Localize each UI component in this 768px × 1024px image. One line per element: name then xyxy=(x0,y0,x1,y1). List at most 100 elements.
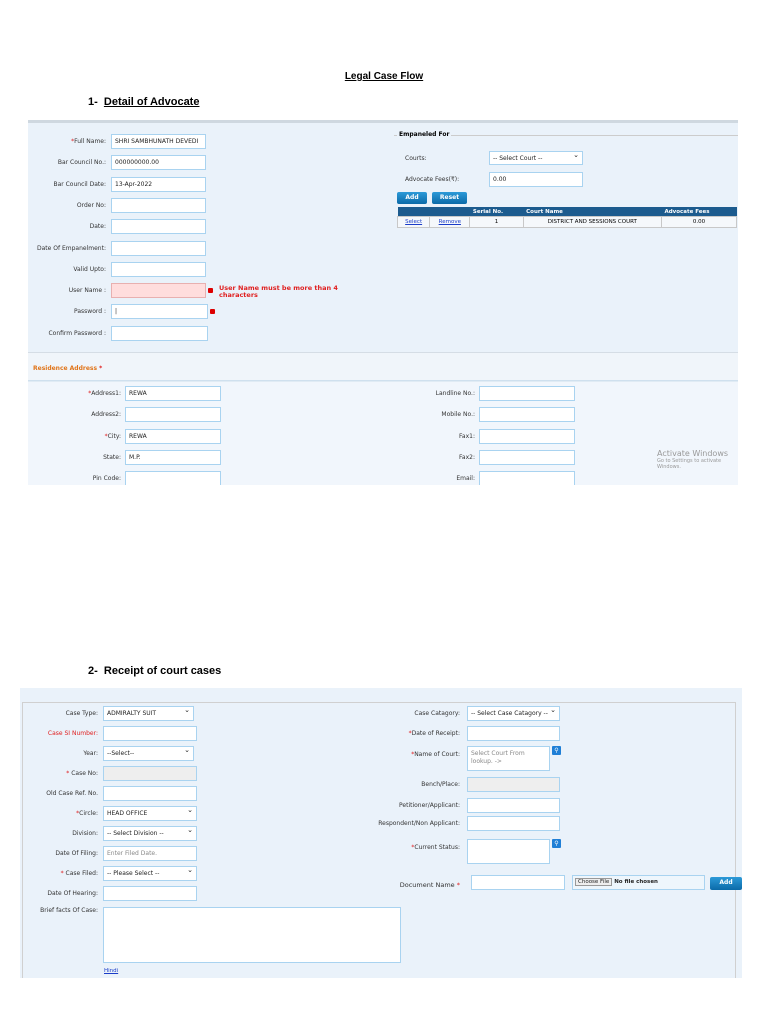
fax1-input[interactable] xyxy=(479,428,575,444)
valid-upto-input[interactable] xyxy=(111,261,206,277)
date-of-filing-label: Date Of Filing: xyxy=(20,850,98,857)
address2-input[interactable] xyxy=(125,407,221,423)
no-file-text: No file chosen xyxy=(614,879,658,885)
file-input[interactable]: Choose File No file chosen xyxy=(572,875,705,890)
respondent-non-applicant-input[interactable] xyxy=(467,816,560,831)
current-status-input[interactable] xyxy=(467,839,550,864)
add-button[interactable]: Add xyxy=(397,192,427,204)
date-of-filing-input[interactable]: Enter Filed Date. xyxy=(103,846,197,861)
order-no-input[interactable] xyxy=(111,197,206,213)
circle-select[interactable]: HEAD OFFICE xyxy=(103,806,197,821)
date-of-hearing-label: Date Of Hearing: xyxy=(20,890,98,897)
pin-code-label-text: Pin Code: xyxy=(92,475,121,483)
case-si-number-label-text: Case SI Number: xyxy=(47,730,98,737)
case-filed-select[interactable]: -- Please Select -- xyxy=(103,866,197,881)
division-select[interactable]: -- Select Division -- xyxy=(103,826,197,841)
table-row: Select Remove 1 DISTRICT AND SESSIONS COURT… xyxy=(396,216,738,228)
petitioner-applicant-input[interactable] xyxy=(467,798,560,813)
case-filed-label-text: Case Filed: xyxy=(65,870,98,877)
landline-no-input[interactable] xyxy=(479,386,575,401)
user-name-input[interactable] xyxy=(111,283,206,299)
bar-council-no-label-text: Bar Council No.: xyxy=(57,159,106,167)
full-name-input[interactable]: SHRI SAMBHUNATH DEVEDI xyxy=(111,134,206,149)
case-type-select[interactable]: ADMIRALTY SUIT xyxy=(103,706,194,721)
city-label-text: City: xyxy=(107,432,121,440)
old-case-ref-no-label: Old Case Ref. No. xyxy=(20,790,98,797)
bar-council-no-label: Bar Council No.: xyxy=(28,159,106,166)
email-input[interactable] xyxy=(479,471,575,485)
bar-council-no-input[interactable]: 000000000.00 xyxy=(111,155,206,171)
courts-label: Courts: xyxy=(405,155,427,162)
order-no-label-text: Order No: xyxy=(76,201,106,209)
petitioner-applicant-label: Petitioner/Applicant: xyxy=(360,802,460,809)
password-label: Password : xyxy=(28,308,106,315)
case-si-number-input[interactable] xyxy=(103,726,197,741)
state-input[interactable]: M.P. xyxy=(125,449,221,465)
date-of-hearing-input[interactable] xyxy=(103,886,197,901)
address1-label: *Address1: xyxy=(41,390,121,397)
table-cell: Remove xyxy=(429,216,471,228)
pin-code-input[interactable] xyxy=(125,471,221,485)
remove-link[interactable]: Remove xyxy=(439,219,461,225)
required-marker: * xyxy=(456,881,460,889)
date-of-receipt-input[interactable] xyxy=(467,726,560,741)
bench-place-input[interactable] xyxy=(467,777,560,792)
reset-button[interactable]: Reset xyxy=(432,192,467,204)
case-catagory-input[interactable]: -- Select Case Catagory -- xyxy=(467,706,560,721)
confirm-password-input[interactable] xyxy=(111,325,208,341)
order-no-label: Order No: xyxy=(28,202,106,209)
case-no-input[interactable] xyxy=(103,766,197,781)
date-input[interactable] xyxy=(111,219,206,235)
name-of-court-input[interactable]: Select Court From lookup. -> xyxy=(467,746,550,771)
document-add-button[interactable]: Add xyxy=(710,877,742,890)
username-error-message: User Name must be more than 4 characters xyxy=(219,284,338,299)
bar-council-date-label-text: Bar Council Date: xyxy=(53,180,106,188)
date-of-hearing-label-text: Date Of Hearing: xyxy=(47,890,98,897)
section-1-heading: 1- Detail of Advocate xyxy=(88,96,199,108)
mobile-no-input[interactable] xyxy=(479,407,575,423)
date-of-empanelment-input[interactable] xyxy=(111,240,206,256)
document-name-label: Document Name xyxy=(399,881,455,889)
date-of-receipt-label: *Date of Receipt: xyxy=(360,730,460,737)
fax1-label: Fax1: xyxy=(395,433,475,440)
error-icon xyxy=(208,288,213,294)
password-label-text: Password : xyxy=(74,308,106,316)
receipt-form-screenshot: Brief facts Of Case: Hindi Document Name… xyxy=(20,688,742,978)
bar-council-date-input[interactable]: 13-Apr-2022 xyxy=(111,176,206,192)
full-name-label-text: Full Name: xyxy=(74,138,106,145)
year-label: Year: xyxy=(20,750,98,757)
advocate-fees-input[interactable]: 0.00 xyxy=(489,172,583,187)
password-input[interactable]: | xyxy=(111,304,208,320)
year-select[interactable]: --Select-- xyxy=(103,746,194,761)
brief-facts-textarea[interactable] xyxy=(103,907,401,963)
circle-label-text: Circle: xyxy=(79,810,98,817)
select-link[interactable]: Select xyxy=(405,219,422,225)
hindi-link[interactable]: Hindi xyxy=(104,968,118,974)
courts-select[interactable]: -- Select Court -- xyxy=(489,151,583,165)
document-page: Legal Case Flow 1- Detail of Advocate Em… xyxy=(0,0,768,1024)
column-header: Advocate Fees xyxy=(661,207,737,217)
landline-no-label: Landline No.: xyxy=(395,390,475,397)
user-name-label-text: User Name : xyxy=(68,287,106,295)
fees-cell: 0.00 xyxy=(692,219,706,225)
case-si-number-label: Case SI Number: xyxy=(20,730,98,737)
fax2-input[interactable] xyxy=(479,449,575,465)
lookup-search-icon[interactable]: ⚲ xyxy=(552,746,561,755)
mobile-no-label-text: Mobile No.: xyxy=(441,411,475,419)
email-label: Email: xyxy=(395,475,475,482)
pin-code-label: Pin Code: xyxy=(41,475,121,482)
address2-label-text: Address2: xyxy=(91,411,121,419)
address1-input[interactable]: REWA xyxy=(125,386,221,401)
advocate-fees-label: Advocate Fees(₹): xyxy=(405,176,460,183)
residence-header: Residence Address * xyxy=(28,352,738,382)
document-name-input[interactable] xyxy=(471,875,565,890)
date-of-empanelment-label-text: Date Of Empanelment: xyxy=(37,244,106,252)
valid-upto-label-text: Valid Upto: xyxy=(73,265,106,273)
city-input[interactable]: REWA xyxy=(125,428,221,444)
state-label: State: xyxy=(41,454,121,461)
confirm-password-label-text: Confirm Password : xyxy=(48,329,106,337)
old-case-ref-no-input[interactable] xyxy=(103,786,197,801)
choose-file-button[interactable]: Choose File xyxy=(575,878,613,886)
lookup-search-icon[interactable]: ⚲ xyxy=(552,839,561,848)
valid-upto-label: Valid Upto: xyxy=(28,266,106,273)
